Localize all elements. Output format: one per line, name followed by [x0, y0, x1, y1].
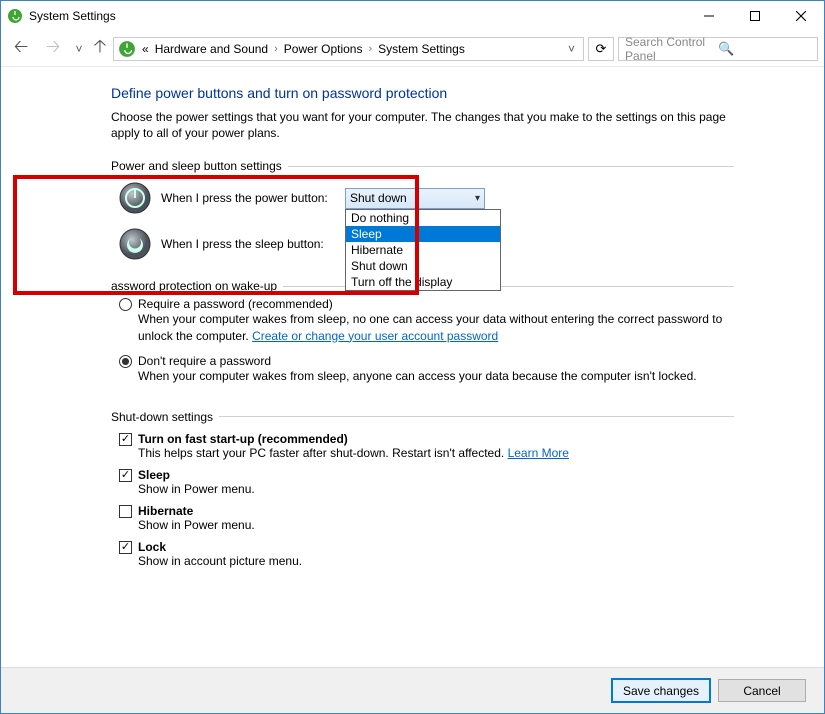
group-header-buttons: Power and sleep button settings: [111, 159, 734, 173]
check-lock[interactable]: Lock: [119, 540, 734, 554]
power-icon: [119, 182, 151, 214]
search-icon: 🔍: [718, 41, 811, 57]
check-fast-startup[interactable]: Turn on fast start-up (recommended): [119, 432, 734, 446]
fast-startup-desc-text: This helps start your PC faster after sh…: [138, 446, 508, 460]
require-password-desc: When your computer wakes from sleep, no …: [138, 311, 734, 343]
breadcrumb-prefix: «: [142, 42, 149, 56]
sleep-desc: Show in Power menu.: [138, 482, 734, 496]
recent-dropdown[interactable]: ˅: [71, 35, 87, 63]
up-button[interactable]: 🡡: [91, 35, 109, 63]
lock-label: Lock: [138, 540, 166, 554]
group-header-shutdown-label: Shut-down settings: [111, 410, 213, 424]
radio-icon: [119, 298, 132, 311]
radio-icon: [119, 355, 132, 368]
breadcrumb-seg-0[interactable]: Hardware and Sound: [155, 42, 268, 56]
hibernate-label: Hibernate: [138, 504, 193, 518]
page-title: Define power buttons and turn on passwor…: [111, 85, 734, 101]
sleep-button-label: When I press the sleep button:: [161, 237, 345, 251]
power-button-action-combo[interactable]: Shut down ▾ Do nothing Sleep Hibernate S…: [345, 188, 485, 209]
forward-button[interactable]: 🡢: [39, 35, 67, 63]
lock-desc: Show in account picture menu.: [138, 554, 734, 568]
window-controls: [686, 1, 824, 31]
cancel-button[interactable]: Cancel: [718, 679, 806, 702]
check-hibernate[interactable]: Hibernate: [119, 504, 734, 518]
option-shut-down[interactable]: Shut down: [346, 258, 500, 274]
refresh-icon: ⟳: [596, 41, 607, 57]
fast-startup-desc: This helps start your PC faster after sh…: [138, 446, 734, 460]
option-turn-off-display[interactable]: Turn off the display: [346, 274, 500, 290]
no-password-label: Don't require a password: [138, 354, 271, 368]
require-password-label: Require a password (recommended): [138, 297, 333, 311]
group-header-shutdown: Shut-down settings: [111, 410, 734, 424]
maximize-icon: [750, 11, 760, 21]
no-password-desc: When your computer wakes from sleep, any…: [138, 368, 734, 384]
close-icon: [796, 11, 806, 21]
control-panel-icon: [118, 40, 136, 58]
breadcrumb[interactable]: « Hardware and Sound › Power Options › S…: [113, 37, 584, 61]
maximize-button[interactable]: [732, 1, 778, 31]
breadcrumb-seg-2[interactable]: System Settings: [378, 42, 465, 56]
footer-buttons: Save changes Cancel: [1, 667, 824, 713]
option-hibernate[interactable]: Hibernate: [346, 242, 500, 258]
power-button-row: When I press the power button: Shut down…: [111, 175, 734, 221]
window-title: System Settings: [29, 9, 116, 23]
group-header-buttons-label: Power and sleep button settings: [111, 159, 282, 173]
radio-require-password[interactable]: Require a password (recommended): [119, 297, 734, 311]
content-area: Define power buttons and turn on passwor…: [1, 67, 824, 667]
search-input[interactable]: Search Control Panel 🔍: [618, 37, 818, 61]
chevron-down-icon: ▾: [475, 193, 480, 204]
titlebar: System Settings: [1, 1, 824, 31]
close-button[interactable]: [778, 1, 824, 31]
group-header-password-label: assword protection on wake-up: [111, 279, 277, 293]
chevron-right-icon: ›: [274, 43, 278, 55]
check-sleep[interactable]: Sleep: [119, 468, 734, 482]
fast-startup-label: Turn on fast start-up (recommended): [138, 432, 348, 446]
checkbox-icon: [119, 433, 132, 446]
sleep-label: Sleep: [138, 468, 170, 482]
checkbox-icon: [119, 541, 132, 554]
nav-toolbar: 🡠 🡢 ˅ 🡡 « Hardware and Sound › Power Opt…: [1, 31, 824, 67]
power-button-label: When I press the power button:: [161, 191, 345, 205]
option-do-nothing[interactable]: Do nothing: [346, 210, 500, 226]
search-placeholder: Search Control Panel: [625, 35, 718, 63]
refresh-button[interactable]: ⟳: [588, 37, 614, 61]
radio-no-password[interactable]: Don't require a password: [119, 354, 734, 368]
page-intro: Choose the power settings that you want …: [111, 109, 734, 141]
back-button[interactable]: 🡠: [7, 35, 35, 63]
save-button[interactable]: Save changes: [612, 679, 710, 702]
hibernate-desc: Show in Power menu.: [138, 518, 734, 532]
power-button-action-listbox[interactable]: Do nothing Sleep Hibernate Shut down Tur…: [345, 209, 501, 291]
chevron-right-icon: ›: [368, 43, 372, 55]
create-password-link[interactable]: Create or change your user account passw…: [252, 329, 498, 343]
combo-value: Shut down: [350, 191, 475, 205]
sleep-icon: [119, 228, 151, 260]
checkbox-icon: [119, 505, 132, 518]
power-options-icon: [7, 8, 23, 24]
breadcrumb-seg-1[interactable]: Power Options: [284, 42, 363, 56]
learn-more-link[interactable]: Learn More: [508, 446, 569, 460]
minimize-button[interactable]: [686, 1, 732, 31]
minimize-icon: [704, 11, 714, 21]
option-sleep[interactable]: Sleep: [346, 226, 500, 242]
breadcrumb-dropdown-icon[interactable]: ˅: [564, 42, 579, 56]
checkbox-icon: [119, 469, 132, 482]
